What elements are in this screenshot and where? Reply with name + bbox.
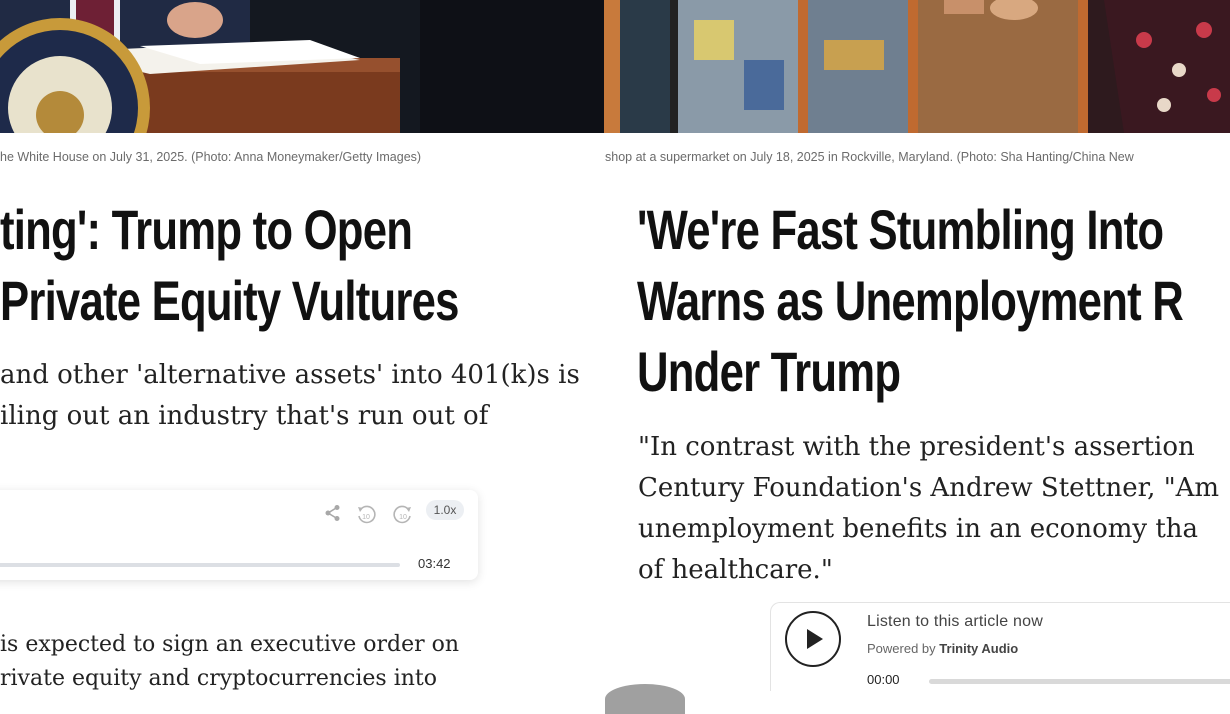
forward-10-icon[interactable]: 10 [392,504,414,526]
audio-player: Listen to this article now Powered by Tr… [770,602,1230,691]
dek-line: iling out an industry that's run out of [0,401,489,431]
svg-text:10: 10 [399,514,407,521]
right-article: shop at a supermarket on July 18, 2025 i… [604,0,1230,691]
article-dek: and other 'alternative assets' into 401(… [0,355,580,437]
photo-caption: shop at a supermarket on July 18, 2025 i… [605,150,1134,164]
play-button[interactable] [785,611,841,667]
partial-gray-circle [605,684,685,714]
progress-track[interactable] [0,563,400,567]
photo-caption: he White House on July 31, 2025. (Photo:… [0,150,422,164]
powered-by-brand[interactable]: Trinity Audio [939,641,1018,656]
share-icon[interactable] [322,504,344,526]
headline-line[interactable]: 'We're Fast Stumbling Into [637,194,1183,265]
headline-line[interactable]: ting': Trump to Open [0,194,459,265]
headline-line[interactable]: Under Trump [637,336,1183,407]
dek-line: and other 'alternative assets' into 401(… [0,360,580,390]
photo-illustration [0,0,604,133]
dek-line: unemployment benefits in an economy tha [638,514,1199,544]
left-article: he White House on July 31, 2025. (Photo:… [0,0,604,691]
current-time-label: 00:00 [867,672,900,687]
powered-by-prefix: Powered by [867,641,936,656]
progress-track[interactable] [929,679,1230,684]
article-headline[interactable]: ting': Trump to Open Private Equity Vult… [0,194,459,336]
playback-speed-button[interactable]: 1.0x [426,500,464,520]
headline-line[interactable]: Warns as Unemployment R [637,265,1184,336]
article-photo-supermarket[interactable] [604,0,1230,133]
duration-label: 03:42 [418,556,451,571]
dek-line: of healthcare." [638,555,833,585]
listen-label: Listen to this article now [867,613,1043,630]
svg-text:10: 10 [362,514,370,521]
photo-illustration [604,0,1230,133]
powered-by: Powered by Trinity Audio [867,641,1018,656]
dek-line: "In contrast with the president's assert… [638,432,1195,462]
article-dek: "In contrast with the president's assert… [638,427,1219,591]
play-icon [807,629,823,649]
dek-line: Century Foundation's Andrew Stettner, "A… [638,473,1220,503]
article-photo-signing[interactable] [0,0,604,133]
headline-line[interactable]: Private Equity Vultures [0,265,459,336]
body-line: rivate equity and cryptocurrencies into [0,666,437,691]
audio-player: 10 10 1.0x 03:42 [0,490,478,580]
rewind-10-icon[interactable]: 10 [355,504,377,526]
body-line: is expected to sign an executive order o… [0,632,460,657]
article-body: is expected to sign an executive order o… [0,628,459,691]
article-headline[interactable]: 'We're Fast Stumbling Into Warns as Unem… [637,194,1184,407]
